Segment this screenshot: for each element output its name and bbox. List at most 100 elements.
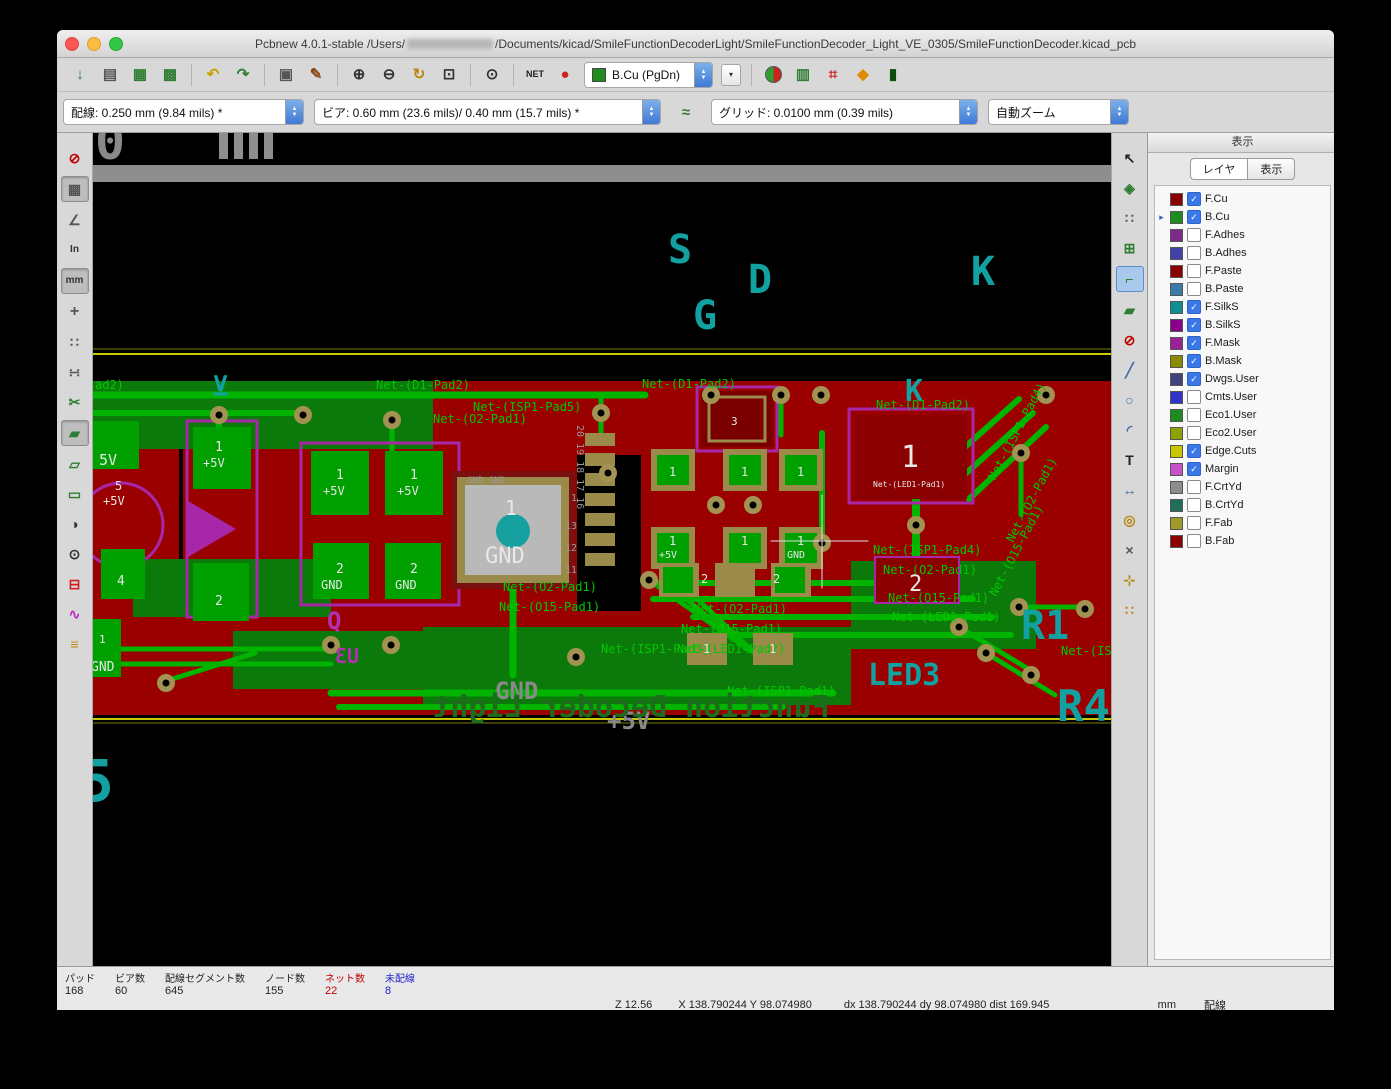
zoom-select[interactable]: 自動ズーム ▲ ▼ bbox=[988, 99, 1129, 125]
layer-row-eco1-user[interactable]: Eco1.User bbox=[1155, 406, 1330, 424]
layer-color-swatch[interactable] bbox=[1170, 480, 1183, 494]
delete-tool-icon[interactable]: × bbox=[1117, 538, 1143, 562]
layer-color-swatch[interactable] bbox=[1170, 192, 1183, 206]
keepout-area-icon[interactable]: ⊘ bbox=[1117, 328, 1143, 352]
layer-row-f-paste[interactable]: F.Paste bbox=[1155, 262, 1330, 280]
grid-toggle-icon[interactable]: ▦ bbox=[60, 176, 89, 202]
library-browser-icon[interactable]: ▩ bbox=[156, 62, 184, 88]
add-arc-icon[interactable]: ◜ bbox=[1117, 418, 1143, 442]
add-circle-icon[interactable]: ○ bbox=[1117, 388, 1143, 412]
layer-row-f-adhes[interactable]: F.Adhes bbox=[1155, 226, 1330, 244]
layer-color-swatch[interactable] bbox=[1170, 318, 1183, 332]
layer-visibility-checkbox[interactable]: ✓ bbox=[1187, 192, 1201, 206]
print-icon[interactable]: ▣ bbox=[272, 62, 300, 88]
add-dimension-icon[interactable]: ↔ bbox=[1117, 478, 1143, 502]
cursor-shape-icon[interactable]: + bbox=[62, 300, 88, 324]
layer-color-swatch[interactable] bbox=[1170, 300, 1183, 314]
layer-visibility-checkbox[interactable]: ✓ bbox=[1187, 210, 1201, 224]
local-ratsnest-icon[interactable]: ∷ bbox=[1117, 206, 1143, 230]
pads-sketch-icon[interactable]: ⊙ bbox=[62, 542, 88, 566]
layer-color-swatch[interactable] bbox=[1170, 408, 1183, 422]
layer-visibility-checkbox[interactable]: ✓ bbox=[1187, 372, 1201, 386]
zoom-out-icon[interactable]: ⊖ bbox=[375, 62, 403, 88]
microwave-tools-icon[interactable]: ∿ bbox=[62, 602, 88, 626]
track-width-select[interactable]: 配線: 0.250 mm (9.84 mils) * ▲ ▼ bbox=[63, 99, 304, 125]
tab-render[interactable]: 表示 bbox=[1247, 158, 1296, 180]
units-inch-icon[interactable]: In bbox=[62, 238, 88, 262]
layer-color-swatch[interactable] bbox=[1170, 426, 1183, 440]
outline-zones-icon[interactable]: ▭ bbox=[62, 482, 88, 506]
layer-row-b-fab[interactable]: B.Fab bbox=[1155, 532, 1330, 550]
layer-visibility-checkbox[interactable]: ✓ bbox=[1187, 336, 1201, 350]
hide-zones-icon[interactable]: ▱ bbox=[62, 452, 88, 476]
track-mode-icon[interactable]: ⌗ bbox=[819, 62, 847, 88]
swap-layers-icon[interactable] bbox=[759, 62, 787, 88]
route-track-icon[interactable]: ⌐ bbox=[1115, 266, 1144, 292]
ratsnest-icon[interactable]: ∷ bbox=[62, 330, 88, 354]
layer-color-swatch[interactable] bbox=[1170, 498, 1183, 512]
layer-color-swatch[interactable] bbox=[1170, 462, 1183, 476]
layer-row-b-crtyd[interactable]: B.CrtYd bbox=[1155, 496, 1330, 514]
layer-row-f-fab[interactable]: F.Fab bbox=[1155, 514, 1330, 532]
layer-color-swatch[interactable] bbox=[1170, 246, 1183, 260]
layer-row-eco2-user[interactable]: Eco2.User bbox=[1155, 424, 1330, 442]
pcb-canvas-area[interactable]: 0 S D G K K ⊻ LED3 R1 R4 5 ad2) Net-(D1-Pad2) Net-(D1… bbox=[77, 113, 1112, 966]
layer-row-margin[interactable]: ✓ Margin bbox=[1155, 460, 1330, 478]
layer-visibility-checkbox[interactable] bbox=[1187, 498, 1201, 512]
tracks-sketch-icon[interactable]: ⊟ bbox=[62, 572, 88, 596]
layer-color-swatch[interactable] bbox=[1170, 354, 1183, 368]
layer-row-b-cu[interactable]: ▸ ✓ B.Cu bbox=[1155, 208, 1330, 226]
find-icon[interactable]: ⊙ bbox=[478, 62, 506, 88]
save-board-icon[interactable]: ↓ bbox=[66, 62, 94, 88]
layer-row-f-cu[interactable]: ✓ F.Cu bbox=[1155, 190, 1330, 208]
grid-origin-icon[interactable]: ∷ bbox=[1117, 598, 1143, 622]
layer-manager-toggle-icon[interactable]: ▥ bbox=[789, 62, 817, 88]
layer-color-swatch[interactable] bbox=[1170, 372, 1183, 386]
add-line-icon[interactable]: ╱ bbox=[1117, 358, 1143, 382]
layer-row-f-mask[interactable]: ✓ F.Mask bbox=[1155, 334, 1330, 352]
add-footprint-icon[interactable]: ⊞ bbox=[1117, 236, 1143, 260]
layer-row-b-mask[interactable]: ✓ B.Mask bbox=[1155, 352, 1330, 370]
layer-color-swatch[interactable] bbox=[1170, 534, 1183, 548]
redo-icon[interactable]: ↷ bbox=[229, 62, 257, 88]
undo-icon[interactable]: ↶ bbox=[199, 62, 227, 88]
layer-color-swatch[interactable] bbox=[1170, 228, 1183, 242]
layer-row-f-crtyd[interactable]: F.CrtYd bbox=[1155, 478, 1330, 496]
high-contrast-icon[interactable]: ◑ bbox=[62, 512, 88, 536]
add-zone-icon[interactable]: ▰ bbox=[1117, 298, 1143, 322]
layer-color-swatch[interactable] bbox=[1170, 336, 1183, 350]
layer-color-swatch[interactable] bbox=[1170, 282, 1183, 296]
add-text-icon[interactable]: T bbox=[1117, 448, 1143, 472]
module-ratsnest-icon[interactable]: ∺ bbox=[62, 360, 88, 384]
page-settings-icon[interactable]: ▤ bbox=[96, 62, 124, 88]
layer-visibility-checkbox[interactable]: ✓ bbox=[1187, 444, 1201, 458]
layer-visibility-checkbox[interactable] bbox=[1187, 408, 1201, 422]
zoom-in-icon[interactable]: ⊕ bbox=[345, 62, 373, 88]
layer-visibility-checkbox[interactable] bbox=[1187, 534, 1201, 548]
track-display-icon[interactable]: ≈ bbox=[672, 99, 700, 125]
layer-visibility-checkbox[interactable]: ✓ bbox=[1187, 354, 1201, 368]
layer-visibility-checkbox[interactable] bbox=[1187, 246, 1201, 260]
layer-row-dwgs-user[interactable]: ✓ Dwgs.User bbox=[1155, 370, 1330, 388]
zoom-redraw-icon[interactable]: ↻ bbox=[405, 62, 433, 88]
drc-off-icon[interactable]: ⊘ bbox=[62, 146, 88, 170]
polar-coords-icon[interactable]: ∠ bbox=[62, 208, 88, 232]
grid-size-select[interactable]: グリッド: 0.0100 mm (0.39 mils) ▲ ▼ bbox=[711, 99, 978, 125]
layer-dropdown-button[interactable]: ▾ bbox=[721, 63, 741, 86]
netlist-icon[interactable]: NET bbox=[521, 62, 549, 88]
layer-visibility-checkbox[interactable]: ✓ bbox=[1187, 462, 1201, 476]
layers-select-icon[interactable]: ≡ bbox=[62, 632, 88, 656]
layer-visibility-checkbox[interactable] bbox=[1187, 282, 1201, 296]
layer-visibility-checkbox[interactable] bbox=[1187, 480, 1201, 494]
layer-color-swatch[interactable] bbox=[1170, 210, 1183, 224]
layer-color-swatch[interactable] bbox=[1170, 516, 1183, 530]
layer-visibility-checkbox[interactable] bbox=[1187, 426, 1201, 440]
highlight-net-icon[interactable]: ◈ bbox=[1117, 176, 1143, 200]
delete-old-track-icon[interactable]: ✂ bbox=[62, 390, 88, 414]
layer-row-edge-cuts[interactable]: ✓ Edge.Cuts bbox=[1155, 442, 1330, 460]
layer-row-cmts-user[interactable]: Cmts.User bbox=[1155, 388, 1330, 406]
layer-visibility-checkbox[interactable] bbox=[1187, 264, 1201, 278]
layer-color-swatch[interactable] bbox=[1170, 390, 1183, 404]
layer-row-b-adhes[interactable]: B.Adhes bbox=[1155, 244, 1330, 262]
pcb-canvas[interactable]: 0SDGKK⊻LED3R1R45ad2) Net-(D1-Pad2) Net-(D1… bbox=[77, 113, 1112, 966]
